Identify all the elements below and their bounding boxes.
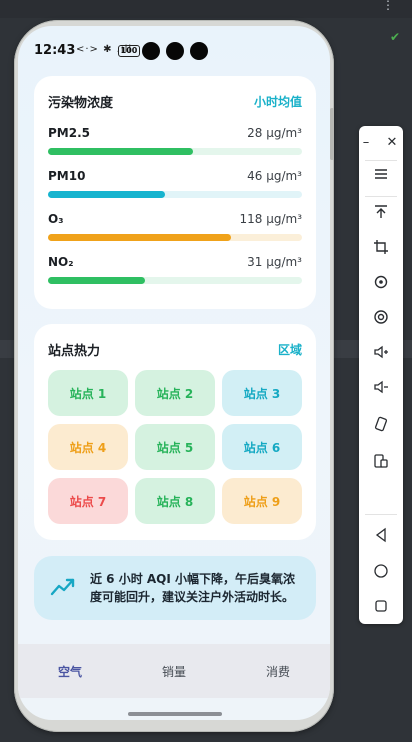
pollutant-bar-fill (48, 148, 193, 155)
pollutant-row: PM2.5 28 μg/m³ (48, 126, 302, 162)
pollutant-name: PM10 (48, 169, 86, 183)
more-options-icon[interactable]: ⋮ (382, 0, 394, 11)
camera-cutout (142, 42, 160, 60)
pollutant-bar-track (48, 277, 302, 284)
station-tile-6[interactable]: 站点 6 (222, 424, 302, 470)
emulator-top-bar (0, 0, 412, 18)
pollutant-value: 31 μg/m³ (247, 255, 302, 269)
home-indicator[interactable] (128, 712, 222, 716)
camera-cutout (190, 42, 208, 60)
crop-icon[interactable] (359, 233, 403, 261)
home-icon[interactable] (359, 557, 403, 585)
tab-air[interactable]: 空气 (18, 644, 122, 698)
pollutant-bar-track (48, 191, 302, 198)
pollutant-row: O₃ 118 μg/m³ (48, 212, 302, 248)
phone-screen: 12:43 <·> ✱ .ıll 100 污染物浓度 小时均值 PM2.5 28… (18, 26, 330, 720)
pollutant-card-title: 污染物浓度 (48, 96, 114, 111)
volume-up-icon[interactable] (359, 338, 403, 366)
rotate-icon[interactable] (359, 268, 403, 296)
station-tile-2[interactable]: 站点 2 (135, 370, 215, 416)
station-tile-9[interactable]: 站点 9 (222, 478, 302, 524)
pollutant-name: PM2.5 (48, 126, 90, 140)
aqi-insight-banner: 近 6 小时 AQI 小幅下降，午后臭氧浓度可能回升，建议关注户外活动时长。 (34, 556, 316, 620)
rotate-device-icon[interactable] (359, 410, 403, 438)
pollutant-bar-track (48, 148, 302, 155)
station-tile-7[interactable]: 站点 7 (48, 478, 128, 524)
pollutant-value: 118 μg/m³ (239, 212, 302, 226)
volume-down-icon[interactable] (359, 373, 403, 401)
emulator-toolbar: – ✕ (359, 126, 403, 624)
insight-text: 近 6 小时 AQI 小幅下降，午后臭氧浓度可能回升，建议关注户外活动时长。 (90, 572, 296, 604)
camera-cutout (166, 42, 184, 60)
pollutant-bar-track (48, 234, 302, 241)
pollutant-row: PM10 46 μg/m³ (48, 169, 302, 205)
pollutant-name: O₃ (48, 212, 64, 226)
battery-icon: 100 (118, 45, 140, 57)
phone-side-button (330, 108, 334, 160)
pollutant-name: NO₂ (48, 255, 74, 269)
pollutant-value: 46 μg/m³ (247, 169, 302, 183)
station-card-title: 站点热力 (48, 344, 101, 359)
region-link[interactable]: 区域 (278, 341, 302, 358)
menu-icon[interactable] (359, 160, 403, 188)
pollutant-card: 污染物浓度 小时均值 PM2.5 28 μg/m³ PM10 46 μg/m³ … (34, 76, 316, 309)
station-tile-5[interactable]: 站点 5 (135, 424, 215, 470)
station-heat-card: 站点热力 区域 站点 1 站点 2 站点 3 站点 4 站点 5 站点 6 站点… (34, 324, 316, 540)
back-icon[interactable] (359, 521, 403, 549)
location-icon[interactable] (359, 303, 403, 331)
hourly-average-link[interactable]: 小时均值 (254, 93, 302, 110)
station-tile-3[interactable]: 站点 3 (222, 370, 302, 416)
pollutant-bar-fill (48, 234, 231, 241)
toolbar-divider (365, 514, 397, 515)
station-grid: 站点 1 站点 2 站点 3 站点 4 站点 5 站点 6 站点 7 站点 8 … (48, 370, 302, 526)
toolbar-divider (365, 196, 397, 197)
tab-spending[interactable]: 消费 (226, 644, 330, 698)
pollutant-bar-fill (48, 277, 145, 284)
bottom-nav: 空气 销量 消费 (18, 644, 330, 698)
check-icon: ✔ (389, 30, 400, 44)
tab-sales[interactable]: 销量 (122, 644, 226, 698)
pin-top-icon[interactable] (359, 198, 403, 226)
pollutant-bar-fill (48, 191, 165, 198)
overview-icon[interactable] (359, 592, 403, 620)
status-bar: 12:43 <·> ✱ .ıll 100 (18, 26, 330, 74)
station-tile-8[interactable]: 站点 8 (135, 478, 215, 524)
station-tile-1[interactable]: 站点 1 (48, 370, 128, 416)
status-time: 12:43 (34, 43, 76, 58)
close-icon[interactable]: ✕ (377, 128, 407, 156)
pollutant-row: NO₂ 31 μg/m³ (48, 255, 302, 291)
pollutant-value: 28 μg/m³ (247, 126, 302, 140)
multi-device-icon[interactable] (359, 447, 403, 475)
trend-icon (50, 578, 75, 596)
station-tile-4[interactable]: 站点 4 (48, 424, 128, 470)
